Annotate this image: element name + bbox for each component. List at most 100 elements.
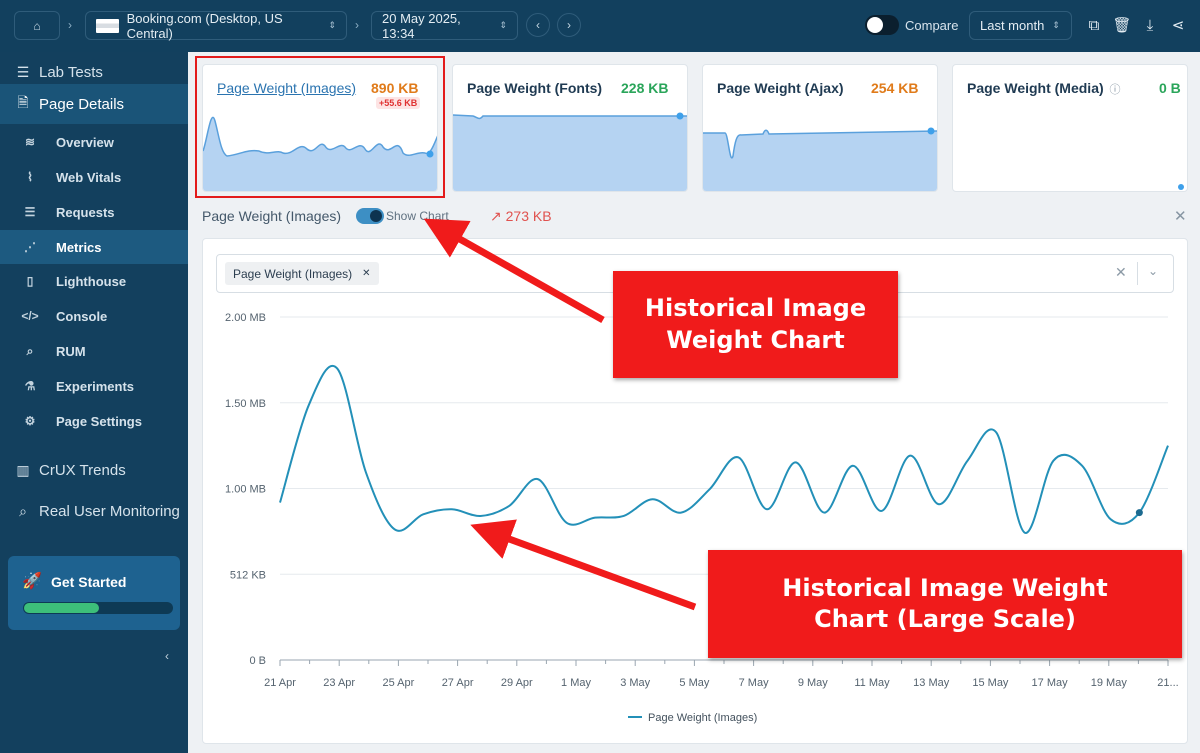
sidebar-item-overview[interactable]: ≋ Overview [0, 125, 188, 159]
sidebar: ☰ Lab Tests 🗎 Page Details ≋ Overview ⌇ … [0, 52, 188, 753]
metric-card-title-text: Page Weight (Media) [967, 80, 1104, 96]
x-tick-label: 27 Apr [442, 677, 474, 689]
top-bar: ⌂ › Booking.com (Desktop, US Central) ⇕ … [0, 0, 1200, 52]
metric-card-fonts[interactable]: Page Weight (Fonts) 228 KB [452, 64, 688, 192]
x-tick-label: 11 May [854, 677, 890, 689]
next-test-button[interactable]: › [557, 13, 581, 37]
pulse-icon: ⌇ [27, 170, 33, 184]
previous-test-button[interactable]: ‹ [526, 13, 550, 37]
metric-card-media[interactable]: Page Weight (Media) ⓘ 0 B [952, 64, 1188, 192]
get-started-progress-fill [24, 603, 100, 613]
x-tick-label: 7 May [739, 677, 769, 689]
sidebar-item-label: Overview [56, 134, 114, 150]
x-tick-label: 3 May [620, 677, 650, 689]
home-button[interactable]: ⌂ [14, 11, 60, 40]
metric-chip-label: Page Weight (Images) [233, 266, 353, 281]
sidebar-item-crux-trends[interactable]: ▥ CrUX Trends [0, 450, 188, 490]
x-tick-label: 23 Apr [323, 677, 355, 689]
get-started-card[interactable]: 🚀 Get Started [8, 556, 180, 630]
metric-card-value: 254 KB [871, 80, 919, 96]
annotation-callout: Historical Image Weight Chart (Large Sca… [708, 550, 1182, 658]
trend-value: ↗ 273 KB [490, 208, 552, 225]
sidebar-item-requests[interactable]: ☰ Requests [0, 195, 188, 229]
y-tick-label: 512 KB [230, 569, 266, 581]
x-tick-label: 21... [1157, 677, 1178, 689]
collapse-sidebar-icon[interactable]: ‹ [165, 649, 169, 663]
sidebar-item-real-user-monitoring[interactable]: ⌕ Real User Monitoring [0, 491, 188, 531]
show-chart-label: Show Chart [386, 209, 449, 223]
trend-value-text: 273 KB [505, 208, 552, 224]
metric-card-title: Page Weight (Fonts) [467, 80, 603, 96]
chevron-down-icon[interactable]: ⌄ [1148, 264, 1158, 278]
detail-title: Page Weight (Images) [202, 208, 342, 224]
x-tick-label: 15 May [972, 677, 1009, 689]
site-name: Booking.com (Desktop, US Central) [126, 10, 283, 41]
metric-card-sparkline [453, 112, 687, 191]
sidebar-item-label: Console [56, 308, 108, 324]
code-icon: </> [21, 309, 39, 323]
sidebar-item-page-details[interactable]: 🗎 Page Details [0, 84, 188, 124]
breadcrumb-separator-icon: › [355, 18, 359, 32]
layers-icon: ≋ [24, 135, 36, 149]
x-tick-label: 19 May [1091, 677, 1128, 689]
sidebar-item-label: Metrics [56, 239, 102, 255]
delete-button[interactable]: 🗑 [1112, 15, 1132, 35]
open-external-button[interactable]: ⧉ [1084, 15, 1104, 35]
test-date: 20 May 2025, 13:34 [382, 10, 461, 41]
chevron-updown-icon: ⇕ [1052, 20, 1060, 30]
sidebar-item-page-settings[interactable]: ⚙ Page Settings [0, 404, 188, 438]
sidebar-item-label: Experiments [56, 378, 135, 394]
compare-label: Compare [905, 18, 959, 33]
help-icon[interactable]: ⓘ [1110, 84, 1121, 96]
sidebar-item-metrics[interactable]: ⋰ Metrics [0, 230, 188, 264]
chevron-updown-icon: ⇕ [328, 20, 336, 30]
get-started-progress [23, 602, 173, 614]
rocket-icon: 🚀 [22, 573, 42, 590]
chevron-right-icon: › [567, 18, 571, 32]
share-button[interactable]: ⋖ [1168, 15, 1188, 35]
gear-icon: ⚙ [24, 414, 36, 428]
sidebar-item-web-vitals[interactable]: ⌇ Web Vitals [0, 160, 188, 194]
site-selector[interactable]: Booking.com (Desktop, US Central) ⇕ [85, 10, 347, 41]
search-icon: ⌕ [26, 343, 34, 358]
sidebar-item-label: RUM [56, 343, 86, 359]
metric-card-value: 0 B [1159, 80, 1181, 96]
chevron-updown-icon: ⇕ [499, 20, 507, 30]
x-tick-label: 29 Apr [501, 677, 533, 689]
list-icon: ☰ [24, 205, 36, 219]
metric-card-title: Page Weight (Media) ⓘ [967, 80, 1121, 97]
date-range-selector[interactable]: Last month ⇕ [969, 11, 1072, 40]
download-button[interactable]: ⤓ [1140, 15, 1160, 35]
y-tick-label: 1.00 MB [225, 484, 266, 496]
x-tick-label: 5 May [679, 677, 709, 689]
sidebar-item-label: Web Vitals [56, 169, 122, 185]
test-date-selector[interactable]: 20 May 2025, 13:34 ⇕ [371, 10, 518, 41]
sidebar-item-label: Requests [56, 204, 115, 220]
annotation-highlight-box [195, 56, 445, 198]
x-tick-label: 9 May [798, 677, 828, 689]
trend-up-icon: ↗ [490, 208, 506, 224]
metric-card-ajax[interactable]: Page Weight (Ajax) 254 KB [702, 64, 938, 192]
search-icon: ⌕ [19, 502, 27, 519]
sidebar-item-rum[interactable]: ⌕ RUM [0, 334, 188, 368]
show-chart-toggle[interactable] [356, 208, 384, 224]
compare-toggle[interactable] [865, 15, 899, 35]
series-line [279, 365, 1169, 534]
clear-selection-icon[interactable]: ✕ [1115, 264, 1127, 281]
close-icon[interactable]: ✕ [1174, 207, 1187, 225]
flask-icon: ⚗ [24, 379, 36, 393]
sidebar-item-lighthouse[interactable]: ▯ Lighthouse [0, 264, 188, 298]
metric-chip[interactable]: Page Weight (Images) ✕ [225, 262, 379, 285]
date-range-value: Last month [980, 18, 1045, 33]
bar-chart-icon: ▥ [16, 461, 30, 478]
sidebar-item-label: Real User Monitoring [39, 502, 180, 520]
remove-chip-icon[interactable]: ✕ [362, 268, 370, 279]
flag-icon [96, 18, 119, 33]
sidebar-item-experiments[interactable]: ⚗ Experiments [0, 369, 188, 403]
download-icon: ⤓ [1146, 16, 1154, 34]
metric-card-sparkline [703, 127, 937, 191]
chart-dots-icon: ⋰ [24, 240, 36, 254]
sidebar-item-console[interactable]: </> Console [0, 299, 188, 333]
sidebar-item-label: Lighthouse [56, 273, 127, 289]
page-search-icon: 🗎 [17, 94, 29, 110]
